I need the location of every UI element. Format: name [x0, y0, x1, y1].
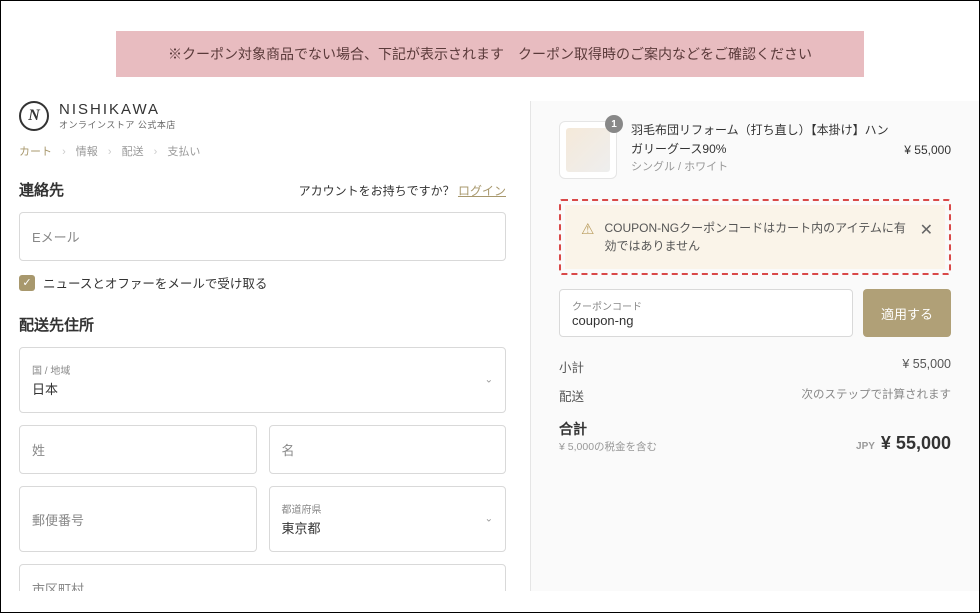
product-title: 羽毛布団リフォーム（打ち直し）【本掛け】ハンガリーグース90% — [631, 121, 890, 159]
notice-banner: ※クーポン対象商品でない場合、下記が表示されます クーポン取得時のご案内などをご… — [116, 31, 864, 77]
brand-name: NISHIKAWA — [59, 101, 176, 118]
country-select[interactable]: 国 / 地域 日本 ⌄ — [19, 347, 506, 413]
order-summary-panel: 1 羽毛布団リフォーム（打ち直し）【本掛け】ハンガリーグース90% シングル /… — [531, 101, 979, 591]
brand-header: N NISHIKAWA オンラインストア 公式本店 — [19, 101, 506, 131]
coupon-error-alert: ⚠ COUPON-NGクーポンコードはカート内のアイテムに有効ではありません ✕ — [565, 205, 945, 269]
first-name-field[interactable]: 名 — [269, 425, 507, 474]
product-variant: シングル / ホワイト — [631, 159, 890, 177]
apply-coupon-button[interactable]: 適用する — [863, 289, 951, 337]
product-price: ¥ 55,000 — [904, 143, 951, 157]
checkout-form-panel: N NISHIKAWA オンラインストア 公式本店 カート › 情報 › 配送 … — [1, 101, 531, 591]
email-field[interactable]: Eメール — [19, 212, 506, 261]
newsletter-checkbox[interactable]: ✓ ニュースとオファーをメールで受け取る — [19, 273, 506, 292]
error-alert-frame: ⚠ COUPON-NGクーポンコードはカート内のアイテムに有効ではありません ✕ — [559, 199, 951, 275]
coupon-input[interactable]: クーポンコード coupon-ng — [559, 289, 853, 337]
subtotal-line: 小計 ¥ 55,000 — [559, 357, 951, 376]
shipping-title: 配送先住所 — [19, 314, 506, 335]
check-icon: ✓ — [19, 275, 35, 291]
warning-icon: ⚠ — [581, 219, 594, 242]
breadcrumb-payment: 支払い — [167, 146, 200, 158]
brand-logo-icon: N — [19, 101, 49, 131]
quantity-badge: 1 — [605, 115, 623, 133]
login-prompt-text: アカウントをお持ちですか？ — [299, 184, 455, 198]
close-icon[interactable]: ✕ — [920, 219, 933, 243]
postal-field[interactable]: 郵便番号 — [19, 486, 257, 552]
chevron-down-icon: ⌄ — [485, 375, 493, 386]
contact-title: 連絡先 — [19, 179, 64, 200]
last-name-field[interactable]: 姓 — [19, 425, 257, 474]
breadcrumb: カート › 情報 › 配送 › 支払い — [19, 143, 506, 159]
alert-message: COUPON-NGクーポンコードはカート内のアイテムに有効ではありません — [604, 219, 907, 255]
breadcrumb-info: 情報 — [76, 146, 98, 158]
chevron-down-icon: ⌄ — [485, 514, 493, 525]
total-line: 合計 ¥ 5,000の税金を含む JPY¥ 55,000 — [559, 419, 951, 454]
city-field[interactable]: 市区町村 — [19, 564, 506, 591]
breadcrumb-shipping: 配送 — [122, 146, 144, 158]
cart-item: 1 羽毛布団リフォーム（打ち直し）【本掛け】ハンガリーグース90% シングル /… — [559, 121, 951, 179]
breadcrumb-cart[interactable]: カート — [19, 146, 52, 158]
newsletter-label: ニュースとオファーをメールで受け取る — [43, 273, 267, 292]
brand-subtitle: オンラインストア 公式本店 — [59, 118, 176, 131]
login-link[interactable]: ログイン — [458, 184, 506, 198]
product-thumbnail: 1 — [559, 121, 617, 179]
tax-note: ¥ 5,000の税金を含む — [559, 439, 657, 454]
shipping-line: 配送 次のステップで計算されます — [559, 386, 951, 405]
prefecture-select[interactable]: 都道府県 東京都 ⌄ — [269, 486, 507, 552]
